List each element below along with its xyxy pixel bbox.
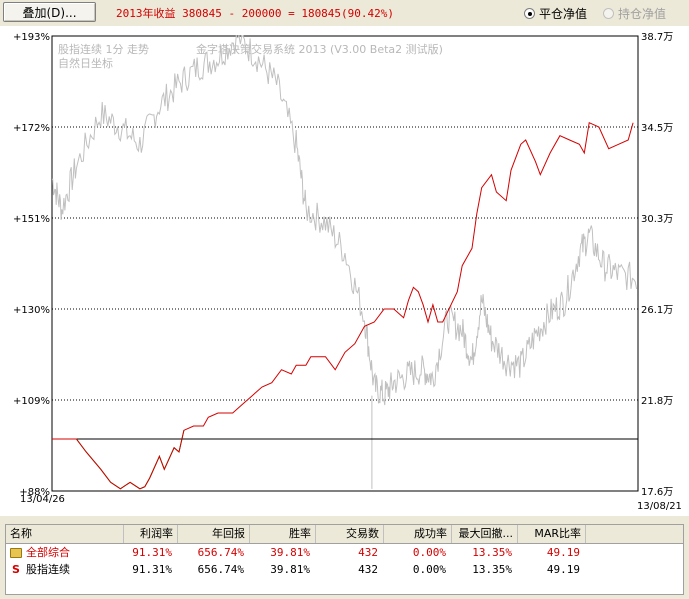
- date-end-label: 13/08/21: [637, 501, 682, 512]
- income-summary: 2013年收益 380845 - 200000 = 180845(90.42%): [116, 7, 395, 20]
- cell-mar: 49.19: [546, 563, 580, 576]
- left-tick-label: +172%: [13, 123, 50, 134]
- cell-win: 39.81%: [270, 546, 310, 559]
- cell-mar: 49.19: [546, 546, 580, 559]
- radio-hold-netvalue: 持仓净值: [603, 5, 666, 22]
- right-axis: 38.7万 34.5万 30.3万 26.1万 21.8万 17.6万: [641, 32, 673, 498]
- cell-profit: 91.31%: [132, 546, 172, 559]
- left-tick-label: +109%: [13, 396, 50, 407]
- radio-hold-label: 持仓净值: [618, 7, 667, 21]
- table-body: 全部综合 91.31% 656.74% 39.81% 432 0.00% 13.35% 49.…: [6, 544, 683, 578]
- equity-chart: +193%+172%+151%+130%+109%+88% 38.7万34.5万…: [13, 32, 682, 512]
- overlay-button[interactable]: 叠加(D)...: [3, 2, 96, 22]
- cell-trades: 432: [358, 563, 378, 576]
- cell-win: 39.81%: [270, 563, 310, 576]
- right-tick-label: 21.8万: [641, 396, 673, 407]
- radio-flat-netvalue[interactable]: 平仓净值: [524, 5, 587, 22]
- row-name: 全部综合: [6, 544, 124, 561]
- right-tick-label: 34.5万: [641, 123, 673, 134]
- radio-selected-icon: [524, 8, 535, 19]
- radio-unselected-icon: [603, 8, 614, 19]
- cell-success: 0.00%: [412, 546, 446, 559]
- watermark-coord: 自然日坐标: [58, 56, 113, 70]
- column-header[interactable]: 胜率: [250, 525, 316, 543]
- left-axis: +193%+172%+151%+130%+109%+88%: [13, 32, 50, 498]
- column-header[interactable]: 最大回撤...: [452, 525, 518, 543]
- column-header[interactable]: 交易数: [316, 525, 384, 543]
- watermark-instrument: 股指连续 1分 走势: [58, 42, 149, 56]
- column-header[interactable]: MAR比率: [518, 525, 586, 543]
- cell-drawdown: 13.35%: [472, 546, 512, 559]
- cell-annual: 656.74%: [197, 563, 244, 576]
- table-header: 名称 利润率 年回报 胜率 交易数 成功率 最大回撤... MAR比率: [6, 525, 683, 544]
- left-tick-label: +130%: [13, 305, 50, 316]
- plot-frame: [51, 35, 639, 492]
- column-header[interactable]: 年回报: [178, 525, 250, 543]
- right-tick-label: 26.1万: [641, 305, 673, 316]
- left-tick-label: +151%: [13, 214, 50, 225]
- row-name-label: 全部综合: [26, 546, 70, 559]
- table-row[interactable]: 全部综合 91.31% 656.74% 39.81% 432 0.00% 13.35% 49.…: [6, 544, 683, 561]
- row-name: S 股指连续: [6, 561, 124, 578]
- radio-flat-label: 平仓净值: [539, 7, 588, 21]
- row-name-label: 股指连续: [26, 563, 70, 576]
- folder-icon: [10, 547, 22, 558]
- chart-area: +193% +172% +151% +130% +109% +88% 38.7万 34.5万…: [0, 26, 689, 516]
- left-tick-label: +193%: [13, 32, 50, 43]
- right-tick-label: 30.3万: [641, 214, 673, 225]
- cell-trades: 432: [358, 546, 378, 559]
- stats-table: 名称 利润率 年回报 胜率 交易数 成功率 最大回撤... MAR比率 全部综合 91.31% 6…: [5, 524, 684, 595]
- s-icon: S: [12, 563, 20, 576]
- table-row[interactable]: S 股指连续 91.31% 656.74% 39.81% 432 0.00% 13.35% 49…: [6, 561, 683, 578]
- date-start-label: 13/04/26: [20, 494, 65, 505]
- right-tick-label: 17.6万: [641, 487, 673, 498]
- cell-success: 0.00%: [412, 563, 446, 576]
- cell-drawdown: 13.35%: [472, 563, 512, 576]
- column-header[interactable]: 利润率: [124, 525, 178, 543]
- toolbar: 叠加(D)... 2013年收益 380845 - 200000 = 18084…: [0, 0, 689, 26]
- cell-annual: 656.74%: [197, 546, 244, 559]
- column-header[interactable]: 成功率: [384, 525, 452, 543]
- column-header[interactable]: 名称: [6, 525, 124, 543]
- right-tick-label: 38.7万: [641, 32, 673, 43]
- cell-profit: 91.31%: [132, 563, 172, 576]
